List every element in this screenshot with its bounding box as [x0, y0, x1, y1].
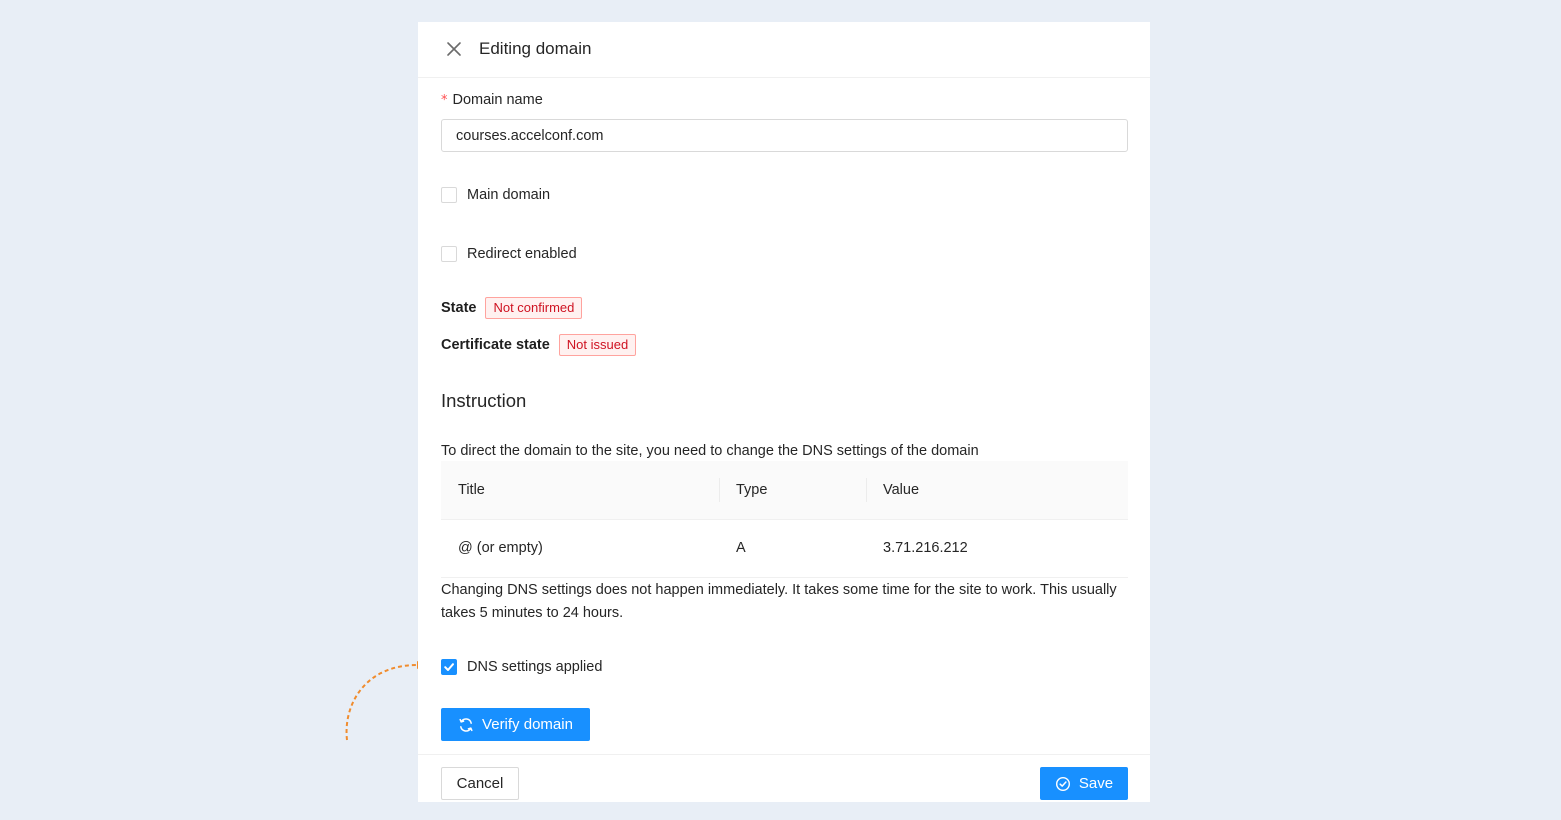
- dns-applied-label: DNS settings applied: [467, 659, 603, 675]
- domain-name-input[interactable]: [441, 119, 1128, 152]
- main-domain-checkbox[interactable]: [441, 187, 457, 203]
- sync-icon: [458, 717, 474, 733]
- state-label: State: [441, 300, 477, 316]
- edit-domain-drawer: Editing domain *Domain name Main domain …: [418, 22, 1150, 802]
- domain-name-label-text: Domain name: [452, 92, 543, 108]
- redirect-enabled-label: Redirect enabled: [467, 246, 577, 262]
- state-badge: Not confirmed: [485, 297, 583, 319]
- main-domain-label: Main domain: [467, 187, 551, 203]
- certificate-state-badge: Not issued: [558, 334, 637, 356]
- dns-applied-checkbox-row[interactable]: DNS settings applied: [441, 656, 602, 678]
- dns-records-table: Title Type Value @ (or empty) A 3.71.216…: [441, 461, 1128, 578]
- instruction-text: To direct the domain to the site, you ne…: [441, 443, 979, 459]
- cancel-button[interactable]: Cancel: [441, 767, 519, 800]
- main-domain-checkbox-row[interactable]: Main domain: [441, 184, 550, 206]
- table-row: @ (or empty) A 3.71.216.212: [441, 519, 1128, 578]
- close-button[interactable]: [444, 39, 464, 59]
- cell-value: 3.71.216.212: [866, 519, 1128, 578]
- dns-propagation-note: Changing DNS settings does not happen im…: [441, 582, 1117, 621]
- domain-name-label: * Domain name: [441, 90, 543, 111]
- table-header-row: Title Type Value: [441, 461, 1128, 520]
- dns-applied-checkbox[interactable]: [441, 659, 457, 675]
- redirect-enabled-checkbox-row[interactable]: Redirect enabled: [441, 243, 577, 265]
- cell-type: A: [719, 519, 866, 578]
- save-button[interactable]: Save: [1040, 767, 1128, 800]
- instruction-title: Instruction: [441, 390, 527, 411]
- check-circle-icon: [1055, 776, 1071, 792]
- column-header-value: Value: [866, 461, 1128, 520]
- state-row: State Not confirmed: [441, 296, 583, 320]
- verify-domain-label: Verify domain: [482, 716, 573, 733]
- redirect-enabled-checkbox[interactable]: [441, 246, 457, 262]
- cell-title: @ (or empty): [441, 519, 719, 578]
- save-label: Save: [1078, 775, 1114, 792]
- certificate-state-row: Certificate state Not issued: [441, 333, 637, 357]
- checkmark-icon: [444, 663, 454, 671]
- close-icon: [447, 42, 461, 56]
- drawer-title: Editing domain: [479, 39, 592, 58]
- drawer-footer: Cancel Save: [418, 754, 1150, 802]
- verify-domain-button[interactable]: Verify domain: [441, 708, 590, 741]
- certificate-state-label: Certificate state: [441, 337, 550, 353]
- drawer-header: Editing domain: [418, 22, 1150, 78]
- required-mark: *: [441, 93, 448, 108]
- column-header-title: Title: [441, 461, 719, 520]
- column-header-type: Type: [719, 461, 866, 520]
